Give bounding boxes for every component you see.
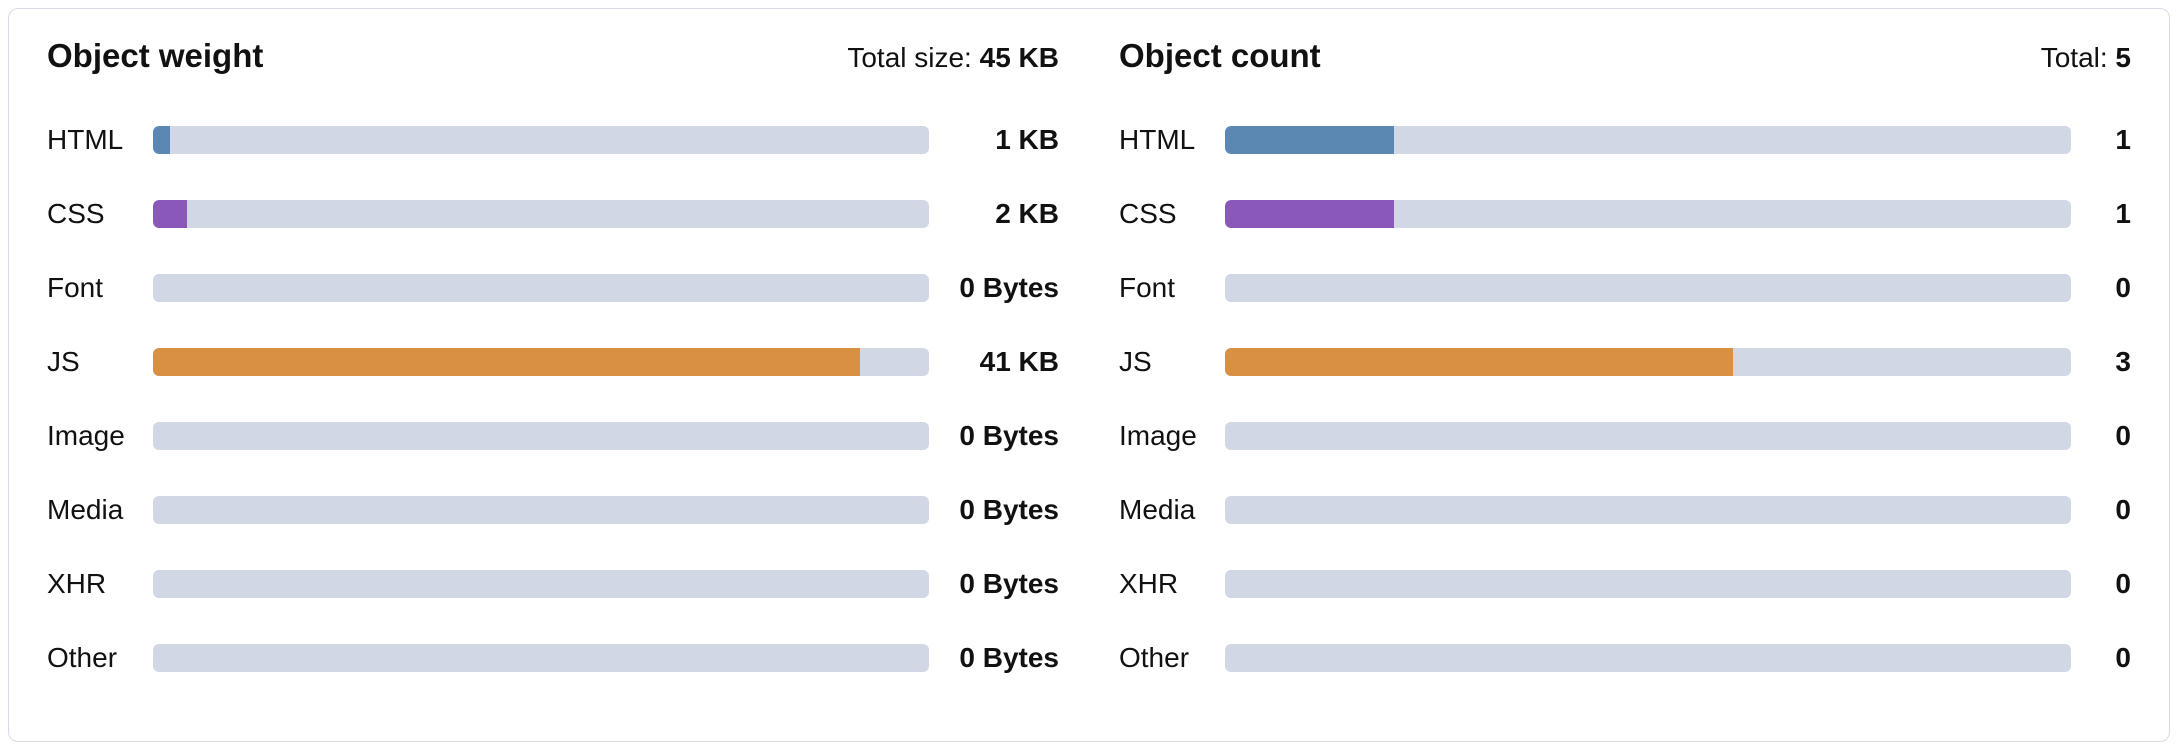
total-label: Total size:: [847, 42, 979, 73]
bar-track: [1225, 200, 2071, 228]
row-label: Image: [47, 420, 153, 452]
table-row: CSS 2 KB: [47, 177, 1059, 251]
table-row: Other 0: [1119, 621, 2131, 695]
bar-track: [1225, 348, 2071, 376]
bar-track: [153, 422, 929, 450]
table-row: Media 0 Bytes: [47, 473, 1059, 547]
row-value: 0: [2071, 494, 2131, 526]
section-total: Total size: 45 KB: [847, 42, 1059, 74]
row-value: 0: [2071, 420, 2131, 452]
section-total: Total: 5: [2041, 42, 2131, 74]
row-value: 0 Bytes: [929, 568, 1059, 600]
total-value: 45 KB: [980, 42, 1059, 73]
metrics-panel: Object weight Total size: 45 KB HTML 1 KB…: [8, 8, 2170, 742]
bar-fill: [1225, 348, 1733, 376]
table-row: HTML 1 KB: [47, 103, 1059, 177]
row-value: 0: [2071, 642, 2131, 674]
section-header: Object count Total: 5: [1119, 37, 2131, 75]
bar-track: [1225, 422, 2071, 450]
table-row: JS 3: [1119, 325, 2131, 399]
bar-track: [1225, 496, 2071, 524]
row-value: 3: [2071, 346, 2131, 378]
row-label: Media: [1119, 494, 1225, 526]
row-label: Image: [1119, 420, 1225, 452]
bar-track: [153, 348, 929, 376]
row-value: 1 KB: [929, 124, 1059, 156]
bar-track: [153, 570, 929, 598]
bar-track: [153, 496, 929, 524]
total-label: Total:: [2041, 42, 2116, 73]
object-count-section: Object count Total: 5 HTML 1 CSS 1 Font 0 JS 3 I…: [1119, 37, 2131, 705]
table-row: Other 0 Bytes: [47, 621, 1059, 695]
row-value: 1: [2071, 198, 2131, 230]
row-label: XHR: [47, 568, 153, 600]
bar-track: [153, 126, 929, 154]
row-label: JS: [1119, 346, 1225, 378]
row-label: CSS: [1119, 198, 1225, 230]
bar-fill: [153, 200, 187, 228]
bar-track: [153, 644, 929, 672]
bar-fill: [153, 348, 860, 376]
row-label: JS: [47, 346, 153, 378]
row-value: 0 Bytes: [929, 272, 1059, 304]
row-label: XHR: [1119, 568, 1225, 600]
section-title: Object count: [1119, 37, 1321, 75]
row-value: 0 Bytes: [929, 420, 1059, 452]
table-row: Image 0: [1119, 399, 2131, 473]
row-label: HTML: [1119, 124, 1225, 156]
table-row: XHR 0: [1119, 547, 2131, 621]
table-row: Font 0 Bytes: [47, 251, 1059, 325]
row-label: Font: [1119, 272, 1225, 304]
row-label: Media: [47, 494, 153, 526]
bar-track: [1225, 570, 2071, 598]
table-row: Font 0: [1119, 251, 2131, 325]
total-value: 5: [2115, 42, 2131, 73]
row-value: 41 KB: [929, 346, 1059, 378]
bar-track: [1225, 644, 2071, 672]
row-label: CSS: [47, 198, 153, 230]
bar-fill: [1225, 200, 1394, 228]
table-row: XHR 0 Bytes: [47, 547, 1059, 621]
weight-rows: HTML 1 KB CSS 2 KB Font 0 Bytes JS 41 KB Image 0 …: [47, 103, 1059, 695]
table-row: JS 41 KB: [47, 325, 1059, 399]
bar-track: [153, 274, 929, 302]
section-title: Object weight: [47, 37, 263, 75]
table-row: CSS 1: [1119, 177, 2131, 251]
row-value: 0: [2071, 272, 2131, 304]
row-label: Other: [1119, 642, 1225, 674]
bar-track: [1225, 126, 2071, 154]
bar-fill: [153, 126, 170, 154]
row-value: 2 KB: [929, 198, 1059, 230]
row-label: Font: [47, 272, 153, 304]
table-row: HTML 1: [1119, 103, 2131, 177]
row-value: 0 Bytes: [929, 494, 1059, 526]
row-label: HTML: [47, 124, 153, 156]
row-value: 1: [2071, 124, 2131, 156]
bar-track: [153, 200, 929, 228]
bar-track: [1225, 274, 2071, 302]
object-weight-section: Object weight Total size: 45 KB HTML 1 KB…: [47, 37, 1059, 705]
section-header: Object weight Total size: 45 KB: [47, 37, 1059, 75]
count-rows: HTML 1 CSS 1 Font 0 JS 3 Image 0 Media 0 XHR 0 Other 0: [1119, 103, 2131, 695]
table-row: Media 0: [1119, 473, 2131, 547]
row-label: Other: [47, 642, 153, 674]
row-value: 0: [2071, 568, 2131, 600]
table-row: Image 0 Bytes: [47, 399, 1059, 473]
row-value: 0 Bytes: [929, 642, 1059, 674]
bar-fill: [1225, 126, 1394, 154]
